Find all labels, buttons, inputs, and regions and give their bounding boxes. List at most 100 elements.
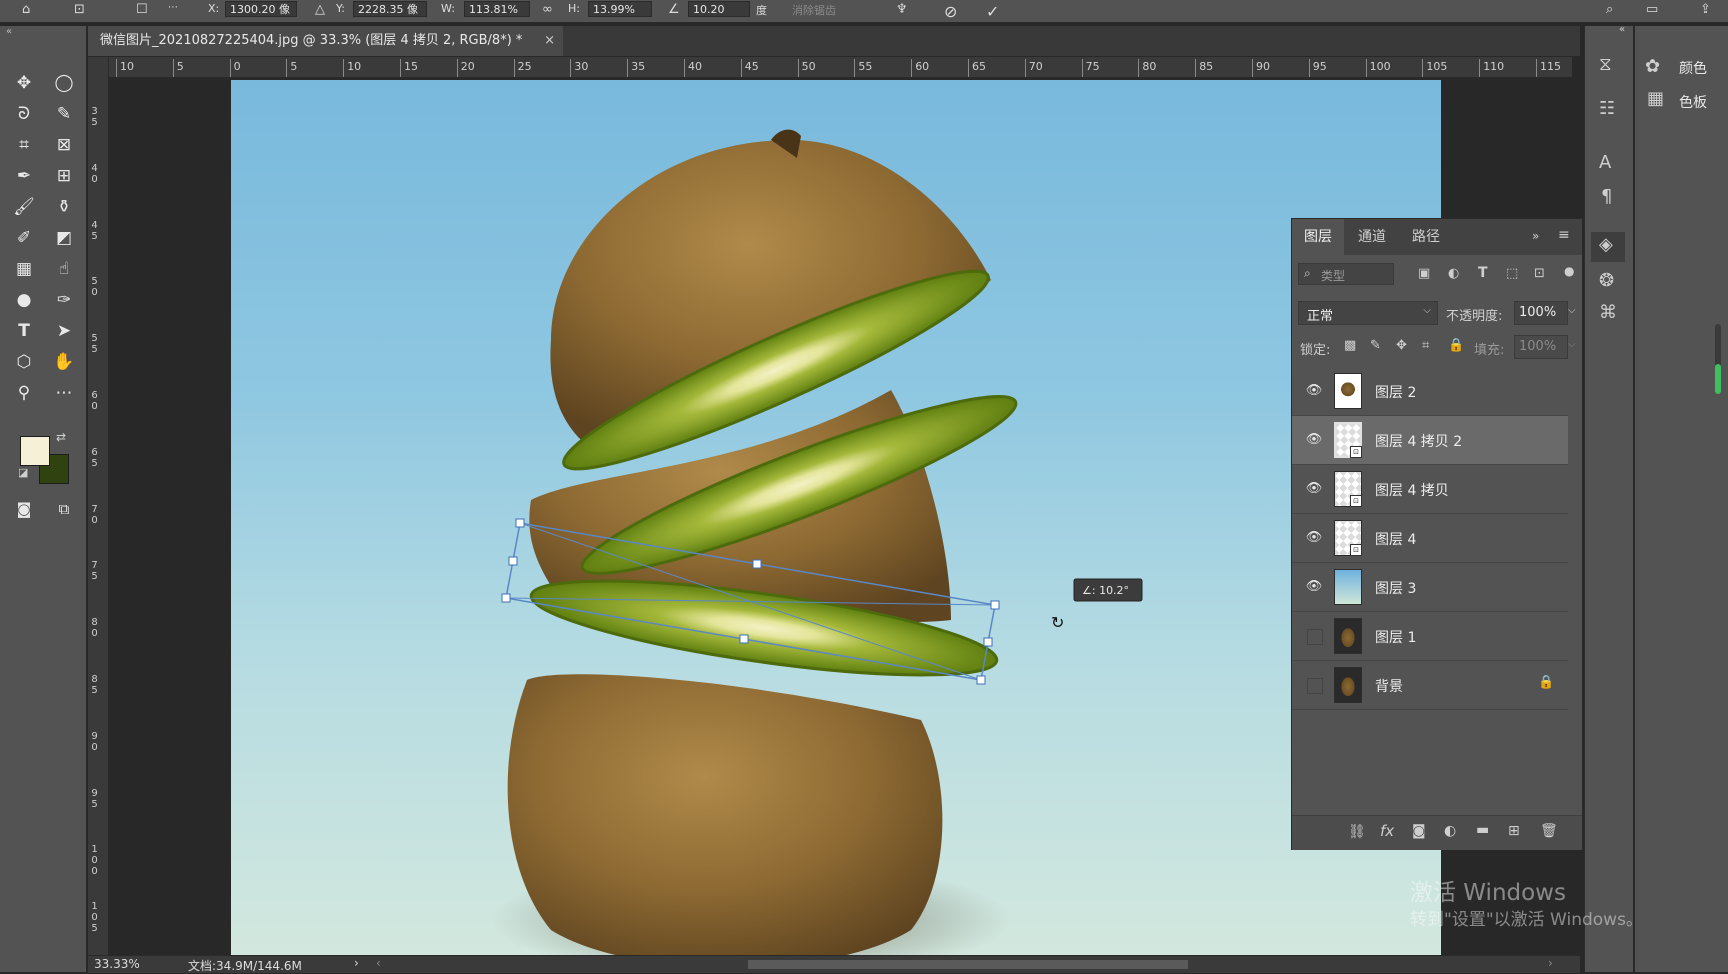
hand-tool-icon[interactable]: ✋ [50, 349, 78, 375]
search-icon[interactable]: ⌕ [1606, 2, 1613, 17]
height-field[interactable]: 13.99% [588, 1, 652, 17]
layer-row[interactable]: 背景 🔒 [1292, 661, 1568, 710]
shape-tool-icon[interactable]: ⬡ [10, 349, 38, 375]
new-group-icon[interactable]: ▬ [1476, 822, 1489, 838]
smudge-tool-icon[interactable]: ☝ [50, 256, 78, 282]
swatches-panel-label[interactable]: 色板 [1679, 92, 1707, 112]
home-icon[interactable]: ⌂ [22, 2, 30, 17]
eye-hidden-icon[interactable] [1307, 629, 1323, 645]
layer-row[interactable]: 👁 ⊡ 图层 4 拷贝 [1292, 465, 1568, 514]
adjustment-layer-icon[interactable]: ◐ [1444, 823, 1456, 839]
blend-mode-select[interactable]: 正常 ⌵ [1298, 301, 1438, 325]
fill-field[interactable]: 100% [1514, 335, 1568, 359]
layers-panel-button[interactable]: ◈ [1591, 232, 1625, 262]
eye-icon[interactable]: 👁 [1305, 480, 1323, 498]
channels-panel-icon[interactable]: ❂ [1599, 270, 1614, 291]
color-panel-icon[interactable]: ✿ [1645, 56, 1660, 77]
gradient-tool-icon[interactable]: ▦ [10, 256, 38, 282]
opacity-field[interactable]: 100% [1514, 301, 1568, 325]
layer-row-selected[interactable]: 👁 ⊡ 图层 4 拷贝 2 [1292, 416, 1568, 465]
quick-selection-tool-icon[interactable]: ✎ [50, 101, 78, 127]
filter-type-icon[interactable]: T [1478, 265, 1488, 281]
paragraph-panel-icon[interactable]: ¶ [1601, 186, 1612, 207]
cancel-transform-icon[interactable]: ⊘ [944, 2, 957, 21]
layer-name[interactable]: 图层 2 [1375, 382, 1416, 402]
layer-name[interactable]: 图层 1 [1375, 627, 1416, 647]
document-tab[interactable]: 微信图片_20210827225404.jpg @ 33.3% (图层 4 拷贝… [88, 26, 563, 56]
type-tool-icon[interactable]: T [10, 318, 38, 344]
expand-panels-icon[interactable]: « [1619, 24, 1625, 35]
brush-tool-icon[interactable]: 🖌 [10, 194, 38, 220]
new-layer-icon[interactable]: ⊞ [1508, 823, 1520, 839]
layer-row[interactable]: 👁 图层 3 [1292, 563, 1568, 612]
zoom-readout[interactable]: 33.33% [94, 957, 140, 971]
layer-name[interactable]: 图层 3 [1375, 578, 1416, 598]
move-tool-icon[interactable]: ✥ [10, 70, 38, 96]
y-position-field[interactable]: 2228.35 像 [353, 1, 427, 17]
opacity-chevron-icon[interactable]: ⌵ [1568, 305, 1576, 316]
layer-name[interactable]: 图层 4 拷贝 2 [1375, 431, 1462, 451]
tab-layers[interactable]: 图层 [1292, 219, 1344, 255]
layer-name[interactable]: 背景 [1375, 676, 1403, 696]
eye-icon[interactable]: 👁 [1305, 578, 1323, 596]
swatches-panel-icon[interactable]: ▦ [1647, 88, 1664, 109]
eyedropper-tool-icon[interactable]: ✒ [10, 163, 38, 189]
pen-tool-icon[interactable]: ✑ [50, 287, 78, 313]
elliptical-marquee-tool-icon[interactable]: ◯ [50, 70, 78, 96]
filter-toggle-icon[interactable]: ● [1564, 264, 1574, 278]
color-panel-label[interactable]: 颜色 [1679, 58, 1707, 78]
quick-mask-icon[interactable]: ◙ [10, 496, 38, 522]
workspace-icon[interactable]: ▭ [1646, 2, 1658, 17]
layer-name[interactable]: 图层 4 拷贝 [1375, 480, 1449, 500]
eraser-tool-icon[interactable]: ◩ [50, 225, 78, 251]
collapse-toolbar-icon[interactable]: « [6, 26, 12, 37]
properties-panel-icon[interactable]: ☷ [1599, 98, 1615, 119]
anti-alias-checkbox-label[interactable]: 消除锯齿 [792, 2, 836, 18]
layer-row[interactable]: 👁 ⊡ 图层 4 [1292, 514, 1568, 563]
dodge-tool-icon[interactable]: ● [10, 287, 38, 313]
transform-tool-preset-icon[interactable]: ⊡ [74, 2, 85, 17]
swap-colors-icon[interactable]: ⇄ [56, 430, 66, 444]
path-selection-tool-icon[interactable]: ➤ [50, 318, 78, 344]
delete-layer-icon[interactable]: 🗑 [1540, 823, 1558, 839]
share-icon[interactable]: ⇪ [1700, 2, 1711, 17]
filter-pixel-icon[interactable]: ▣ [1418, 266, 1430, 281]
status-menu-arrow-icon[interactable]: › [354, 956, 359, 970]
close-tab-icon[interactable]: × [544, 26, 555, 56]
screen-mode-icon[interactable]: ⧉ [50, 496, 78, 522]
layer-filter-dropdown[interactable]: ⌕ 类型 [1298, 263, 1394, 285]
layer-name[interactable]: 图层 4 [1375, 529, 1416, 549]
zoom-tool-icon[interactable]: ⚲ [10, 380, 38, 406]
layer-style-fx-icon[interactable]: fx [1380, 822, 1394, 840]
crop-tool-icon[interactable]: ⌗ [10, 132, 38, 158]
relative-position-icon[interactable]: △ [315, 2, 325, 17]
warp-mode-icon[interactable]: ♆ [896, 2, 908, 17]
clone-stamp-tool-icon[interactable]: ⚱ [50, 194, 78, 220]
lock-artboard-icon[interactable]: ⌗ [1422, 338, 1429, 353]
eye-icon[interactable]: 👁 [1305, 382, 1323, 400]
foreground-color-swatch[interactable] [20, 436, 50, 466]
reference-point-toggle-icon[interactable]: ☐ [136, 2, 148, 17]
eye-icon[interactable]: 👁 [1305, 431, 1323, 449]
scroll-right-icon[interactable]: › [1548, 956, 1553, 970]
horizontal-scrollbar[interactable] [748, 960, 1188, 969]
scroll-left-icon[interactable]: ‹ [376, 956, 381, 970]
layer-row[interactable]: 👁 图层 2 [1292, 367, 1568, 416]
lock-all-icon[interactable]: 🔒 [1448, 338, 1464, 353]
paths-panel-icon[interactable]: ⌘ [1599, 302, 1617, 323]
frame-tool-icon[interactable]: ⊠ [50, 132, 78, 158]
tab-channels[interactable]: 通道 [1346, 219, 1398, 255]
default-colors-icon[interactable]: ◪ [18, 466, 28, 479]
filter-smart-object-icon[interactable]: ⊡ [1534, 266, 1545, 281]
eye-hidden-icon[interactable] [1307, 678, 1323, 694]
tab-paths[interactable]: 路径 [1400, 219, 1452, 255]
filter-adjustment-icon[interactable]: ◐ [1448, 266, 1459, 281]
rotation-angle-field[interactable]: 10.20 [688, 1, 750, 17]
panel-scrollbar[interactable] [1715, 324, 1721, 394]
lock-image-icon[interactable]: ✎ [1370, 338, 1381, 353]
commit-transform-icon[interactable]: ✓ [986, 2, 999, 21]
patch-tool-icon[interactable]: ⊞ [50, 163, 78, 189]
width-field[interactable]: 113.81% [464, 1, 530, 17]
fill-chevron-icon[interactable]: ⌵ [1568, 339, 1576, 350]
history-panel-icon[interactable]: ⧖ [1599, 54, 1612, 75]
